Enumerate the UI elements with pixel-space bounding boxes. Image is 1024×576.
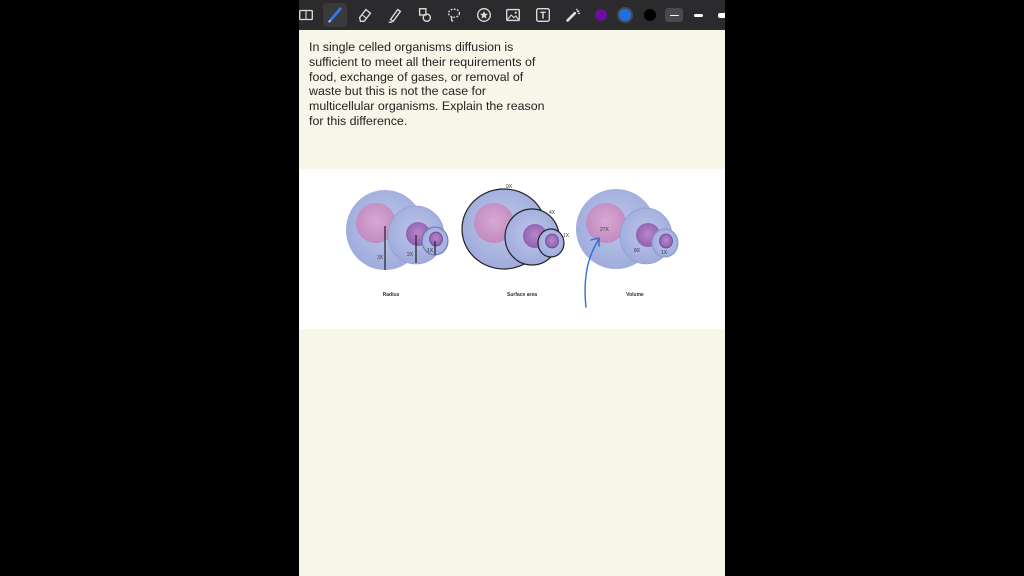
color-swatch-purple[interactable] [595, 9, 607, 21]
text-box-icon[interactable] [531, 3, 555, 27]
volume-label: Volume [626, 292, 644, 298]
image-icon[interactable] [501, 3, 525, 27]
cell-size-diagram: 3X 2X 1X Radius 9X 4X 1X Surface area 27… [299, 169, 725, 329]
nucleus-small [659, 233, 673, 249]
laser-pointer-icon[interactable] [561, 3, 585, 27]
lasso-icon[interactable] [442, 3, 466, 27]
star-sticker-icon[interactable] [472, 3, 496, 27]
volume-marker-8x: 8X [634, 248, 641, 254]
highlighter-icon[interactable] [383, 3, 407, 27]
surface-marker-9x: 9X [506, 184, 513, 190]
stroke-thin-button[interactable] [665, 8, 683, 22]
color-swatch-blue-selected[interactable] [619, 9, 631, 21]
notebook-icon[interactable] [299, 3, 318, 27]
eraser-icon[interactable] [353, 3, 377, 27]
surface-area-panel: 9X 4X 1X Surface area [461, 184, 570, 298]
radius-marker-3x: 3X [377, 255, 384, 261]
volume-marker-1x: 1X [661, 250, 668, 256]
radius-marker-1x: 1X [427, 248, 434, 254]
stroke-medium-button[interactable] [689, 8, 707, 22]
notes-page[interactable]: In single celled organisms diffusion is … [299, 0, 725, 576]
radius-label: Radius [383, 292, 400, 298]
surface-marker-4x: 4X [549, 210, 556, 216]
radius-marker-2x: 2X [407, 252, 414, 258]
pen-icon[interactable] [323, 3, 347, 27]
question-text: In single celled organisms diffusion is … [309, 40, 545, 128]
radius-panel: 3X 2X 1X Radius [346, 190, 449, 298]
nucleus-small [545, 233, 559, 249]
stroke-thick-button[interactable] [713, 8, 725, 22]
volume-panel: 27X 8X 1X Volume [576, 189, 679, 298]
color-swatch-black[interactable] [644, 9, 656, 21]
volume-marker-27x: 27X [600, 227, 610, 233]
shapes-icon[interactable] [413, 3, 437, 27]
surface-area-label: Surface area [507, 292, 537, 298]
surface-marker-1x: 1X [563, 233, 570, 239]
nucleus-small [429, 231, 443, 247]
annotation-toolbar [299, 0, 725, 30]
